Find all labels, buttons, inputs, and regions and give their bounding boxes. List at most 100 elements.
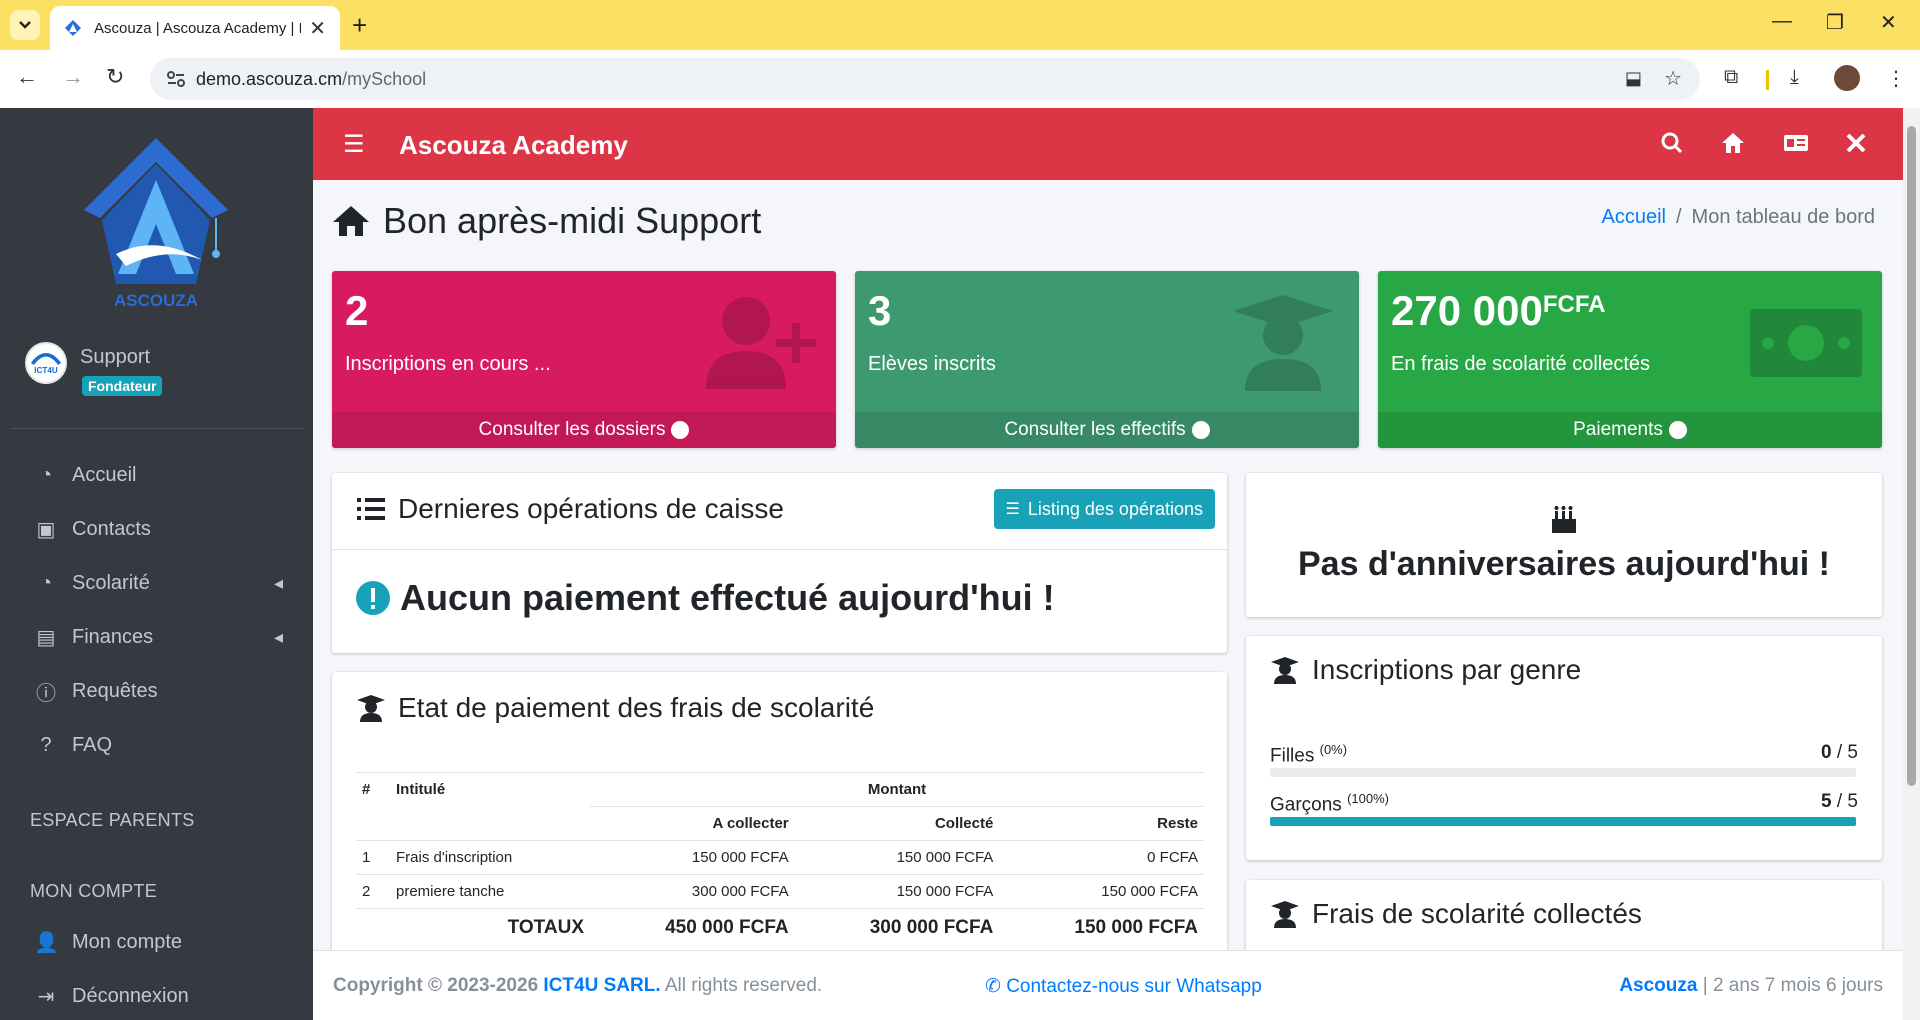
menu-kebab-icon[interactable]: ⋮ <box>1886 66 1906 91</box>
sidebar-item-contacts[interactable]: ▣ Contacts <box>10 506 303 552</box>
fees-status-card: Etat de paiement des frais de scolarité … <box>332 672 1227 950</box>
col-remaining: Reste <box>999 806 1204 841</box>
stat-box-link[interactable]: Paiements <box>1378 412 1882 448</box>
copyright: Copyright © 2023-2026 ICT4U SARL. All ri… <box>333 975 823 996</box>
profile-avatar[interactable] <box>1834 65 1860 91</box>
menu-toggle-icon[interactable]: ☰ <box>343 130 365 159</box>
home-icon[interactable] <box>1721 132 1745 154</box>
scrollbar-thumb[interactable] <box>1907 126 1916 786</box>
search-icon[interactable] <box>1661 132 1683 154</box>
chevron-down-icon <box>19 21 31 29</box>
user-graduate-icon <box>1271 901 1299 928</box>
sidebar-item-label: Requêtes <box>72 679 158 702</box>
user-name[interactable]: Support <box>80 346 150 369</box>
back-arrow-icon[interactable]: ← <box>16 64 38 90</box>
sidebar-item-label: Scolarité <box>72 571 150 594</box>
gender-card: Inscriptions par genre Filles (0%) 0 / 5… <box>1246 636 1882 860</box>
browser-tab[interactable]: Ascouza | Ascouza Academy | B ✕ <box>50 6 340 50</box>
fees-table: # Intitulé Montant A collecter Collecté … <box>356 772 1204 947</box>
minimize-icon[interactable]: — <box>1772 10 1792 33</box>
app-age: Ascouza | 2 ans 7 mois 6 jours <box>1619 975 1883 996</box>
boys-label: Garçons (100%) <box>1270 791 1390 816</box>
page-scrollbar[interactable] <box>1903 108 1920 1020</box>
breadcrumb-home-link[interactable]: Accueil <box>1601 206 1665 228</box>
listing-operations-button[interactable]: ☰ Listing des opérations <box>993 489 1215 529</box>
stat-label: Elèves inscrits <box>868 353 996 375</box>
window-close-icon[interactable]: ✕ <box>1880 10 1897 35</box>
sidebar-item-scolarite[interactable]: ◔ Scolarité ◂ <box>10 560 303 606</box>
col-label: Intitulé <box>390 772 590 807</box>
ascouza-favicon-icon <box>65 20 81 36</box>
dashboard-icon: ◔ <box>39 463 53 486</box>
extensions-icon[interactable]: ⧉ <box>1724 66 1738 89</box>
browser-toolbar: ← → ↻ demo.ascouza.cm/mySchool ⬓ ☆ ⧉ ⤓ ⋮ <box>0 50 1920 108</box>
company-link[interactable]: ICT4U SARL. <box>543 975 660 996</box>
id-card-icon[interactable] <box>1783 134 1809 152</box>
col-collected: Collecté <box>794 806 1000 841</box>
new-tab-button[interactable]: + <box>352 10 367 41</box>
user-icon: 👤 <box>34 931 59 954</box>
address-bar[interactable]: demo.ascouza.cm/mySchool ⬓ ☆ <box>150 58 1700 100</box>
sidebar-item-finances[interactable]: ▤ Finances ◂ <box>10 614 303 660</box>
address-book-icon: ▣ <box>36 518 56 541</box>
stat-value: 2 <box>345 287 369 334</box>
sidebar-item-label: Contacts <box>72 517 151 540</box>
girls-progress <box>1270 768 1856 777</box>
sidebar-item-label: FAQ <box>72 733 113 756</box>
question-circle-icon: ? <box>40 733 52 756</box>
tab-list-button[interactable] <box>10 10 40 40</box>
user-graduate-icon <box>1271 657 1299 684</box>
bookmark-star-icon[interactable]: ☆ <box>1664 66 1682 91</box>
header-brand[interactable]: Ascouza Academy <box>399 130 628 161</box>
main-header: ☰ Ascouza Academy <box>313 108 1903 180</box>
sidebar-item-label: Déconnexion <box>72 984 189 1007</box>
user-panel[interactable]: ICT4U Support Fondateur <box>25 336 305 406</box>
logo-text: ASCOUZA <box>114 291 198 310</box>
browser-tab-bar: Ascouza | Ascouza Academy | B ✕ + — ❐ ✕ <box>0 0 1920 50</box>
sidebar-item-label: Mon compte <box>72 930 183 953</box>
info-circle-icon: ⓘ <box>36 682 56 705</box>
maximize-icon[interactable]: ❐ <box>1826 10 1844 35</box>
list-icon <box>357 498 385 520</box>
home-icon <box>333 206 369 236</box>
avatar-text: ICT4U <box>34 366 58 375</box>
tools-icon[interactable] <box>1845 132 1867 154</box>
toolbar-divider <box>1766 70 1769 90</box>
arrow-circle-right-icon <box>1668 419 1687 439</box>
sidebar-item-mon-compte[interactable]: 👤 Mon compte <box>10 919 303 965</box>
user-graduate-icon <box>1233 295 1333 391</box>
sidebar-item-label: Accueil <box>72 463 137 486</box>
boys-progress-fill <box>1270 817 1856 826</box>
card-title: Inscriptions par genre <box>1270 654 1581 686</box>
money-bill-icon <box>1750 309 1862 377</box>
url-path: /mySchool <box>342 68 427 89</box>
card-title: Dernieres opérations de caisse <box>356 493 784 525</box>
sidebar-item-deconnexion[interactable]: ⇥ Déconnexion <box>10 973 303 1019</box>
sidebar-item-faq[interactable]: ? FAQ <box>10 722 303 768</box>
main-footer: Copyright © 2023-2026 ICT4U SARL. All ri… <box>313 950 1903 1020</box>
whatsapp-link[interactable]: ✆ Contactez-nous sur Whatsapp <box>985 975 1262 998</box>
reload-icon[interactable]: ↻ <box>106 64 124 90</box>
totals-row: TOTAUX 450 000 FCFA 300 000 FCFA 150 000… <box>356 908 1204 947</box>
breadcrumb: Accueil / Mon tableau de bord <box>1601 206 1875 229</box>
sign-out-icon: ⇥ <box>37 985 55 1008</box>
user-avatar: ICT4U <box>25 342 67 384</box>
site-settings-icon[interactable] <box>166 70 186 88</box>
ascouza-logo: ASCOUZA <box>84 138 228 310</box>
forward-arrow-icon[interactable]: → <box>62 64 84 90</box>
list-icon: ☰ <box>1005 501 1020 518</box>
tab-close-icon[interactable]: ✕ <box>309 16 326 41</box>
stat-box-link[interactable]: Consulter les effectifs <box>855 412 1359 448</box>
sidebar-item-accueil[interactable]: ◔ Accueil <box>10 452 303 498</box>
stat-box-link[interactable]: Consulter les dossiers <box>332 412 836 448</box>
install-app-icon[interactable]: ⬓ <box>1625 68 1642 89</box>
stat-box-inscriptions: 2 Inscriptions en cours ... Consulter le… <box>332 271 836 448</box>
chevron-left-icon: ◂ <box>273 572 283 593</box>
sidebar-divider <box>10 428 303 429</box>
download-icon[interactable]: ⤓ <box>1790 66 1799 89</box>
birthday-cake-icon <box>1552 506 1576 533</box>
sidebar: ASCOUZA ICT4U Support Fondateur ◔ Accuei… <box>0 108 313 1020</box>
breadcrumb-separator: / <box>1675 206 1682 228</box>
sidebar-item-requetes[interactable]: ⓘ Requêtes <box>10 668 303 714</box>
page-title: Bon après-midi Support <box>331 200 761 242</box>
